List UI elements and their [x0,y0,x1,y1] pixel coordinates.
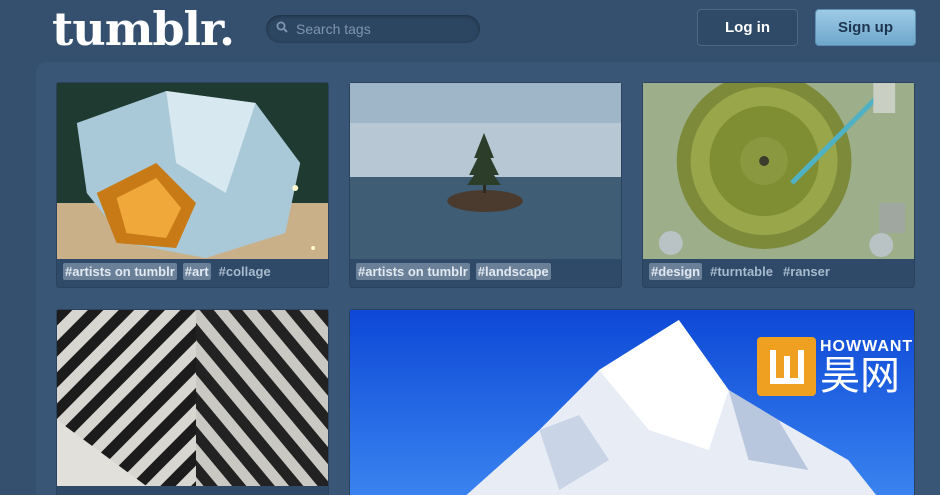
post-image[interactable] [57,83,328,259]
watermark-text: 昊网 [820,353,900,398]
tag[interactable]: #collage [217,263,273,280]
search-bar[interactable] [266,15,480,43]
post-card[interactable]: #artists on tumblr #art #collage [56,82,329,288]
post-card[interactable] [56,309,329,495]
tag-list: #artists on tumblr #landscape [356,263,551,280]
post-image[interactable] [57,310,328,486]
search-input[interactable] [296,21,466,37]
tag[interactable]: #artists on tumblr [63,263,177,280]
tag[interactable]: #turntable [708,263,775,280]
tag[interactable]: #landscape [475,263,551,280]
watermark-logo: HOWWANT 昊网 [757,337,913,396]
tumblr-logo[interactable]: tumblr. [52,2,235,56]
signup-button[interactable]: Sign up [815,9,916,46]
watermark-icon [757,337,816,396]
post-card[interactable]: #artists on tumblr #landscape [349,82,622,288]
login-button[interactable]: Log in [697,9,798,46]
watermark-text: HOWWANT [820,337,914,355]
search-icon [276,20,288,38]
tag-list: #design #turntable #ranser [649,263,832,280]
tag[interactable]: #artists on tumblr [356,263,470,280]
post-image[interactable] [643,83,914,259]
tag[interactable]: #ranser [781,263,832,280]
post-card[interactable]: #design #turntable #ranser [642,82,915,288]
tag[interactable]: #art [182,263,211,280]
tag[interactable]: #design [649,263,703,280]
tag-list: #artists on tumblr #art #collage [63,263,273,280]
post-image[interactable] [350,83,621,259]
